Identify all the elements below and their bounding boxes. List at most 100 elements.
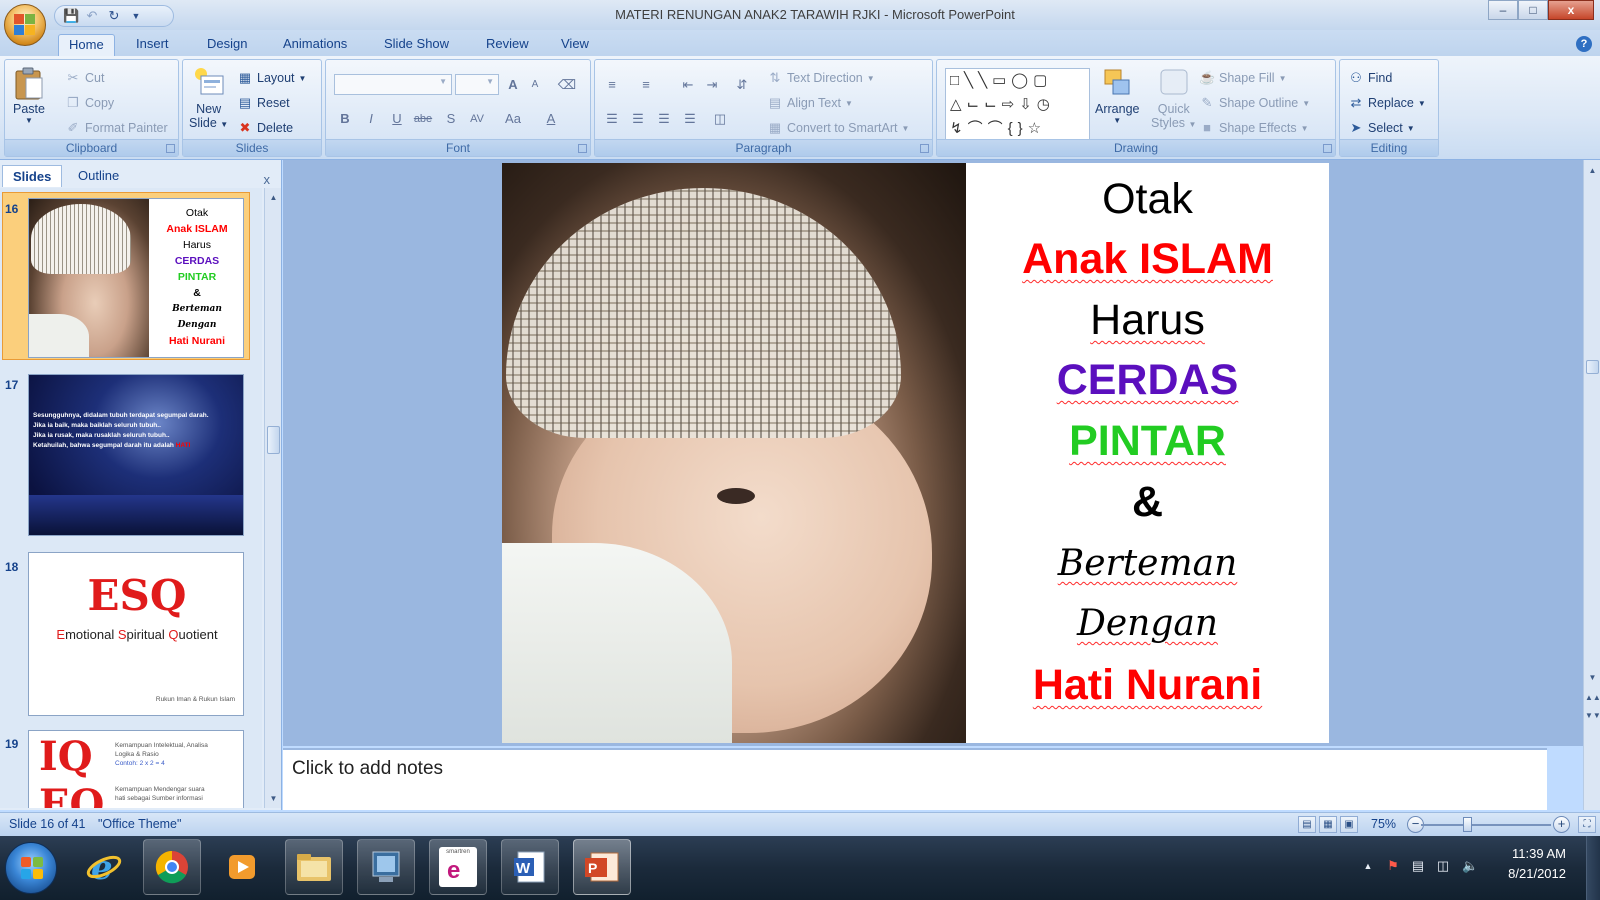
replace-button[interactable]: ⇄ Replace ▼ [1348,95,1426,111]
paste-button[interactable]: Paste ▼ [13,66,45,125]
tab-slides[interactable]: Slides [2,165,63,187]
fit-to-window-icon[interactable]: ⛶ [1578,816,1596,833]
maximize-button[interactable]: □ [1518,0,1548,20]
shrink-font-button[interactable]: A [524,74,546,96]
close-panel-icon[interactable]: x [264,172,271,187]
select-button[interactable]: ➤ Select ▼ [1348,120,1415,136]
font-size-combo[interactable]: ▼ [455,74,499,95]
delete-button[interactable]: ✖ Delete [237,120,294,136]
shape-effects-button[interactable]: ■ Shape Effects ▼ [1199,120,1308,136]
numbering-icon[interactable]: ≡ [635,74,657,96]
strikethrough-button[interactable]: abe [412,108,434,130]
font-color-button[interactable]: A [540,108,562,130]
dialog-launcher-icon[interactable] [578,144,587,153]
zoom-in-icon[interactable]: + [1553,816,1570,833]
bullets-icon[interactable]: ≡ [601,74,623,96]
slide-scrollbar[interactable]: ▲ ▼ ▲▲ ▼▼ [1583,160,1600,810]
slide-thumbnail-18[interactable]: ESQ Emotional Spiritual Quotient Rukun I… [28,552,244,716]
align-center-icon[interactable]: ☰ [627,108,649,130]
minimize-button[interactable]: – [1488,0,1518,20]
convert-smartart-button[interactable]: ▦ Convert to SmartArt ▼ [767,120,910,136]
align-right-icon[interactable]: ☰ [653,108,675,130]
copy-button[interactable]: ❐ Copy [65,95,114,111]
line-spacing-icon[interactable]: ⇵ [731,74,753,96]
tab-view[interactable]: View [551,34,599,56]
reset-button[interactable]: ▤ Reset [237,95,290,111]
media-player-icon[interactable] [213,839,271,895]
shadow-button[interactable]: S [440,108,462,130]
action-center-icon[interactable]: ⚑ [1385,858,1401,874]
columns-icon[interactable]: ◫ [709,108,731,130]
powerpoint-icon[interactable]: P [573,839,631,895]
text-direction-button[interactable]: ⇅ Text Direction ▼ [767,70,875,86]
align-left-icon[interactable]: ☰ [601,108,623,130]
justify-icon[interactable]: ☰ [679,108,701,130]
system-clock[interactable]: 11:39 AM 8/21/2012 [1508,844,1566,884]
layout-button[interactable]: ▦ Layout ▼ [237,70,307,86]
tab-review[interactable]: Review [476,34,539,56]
slide-thumbnail-17[interactable]: Sesungguhnya, didalam tubuh terdapat seg… [28,374,244,536]
bold-button[interactable]: B [334,108,356,130]
notes-pane[interactable]: Click to add notes [283,748,1547,810]
decrease-indent-icon[interactable]: ⇤ [677,74,699,96]
change-case-button[interactable]: Aa [502,108,524,130]
increase-indent-icon[interactable]: ⇥ [701,74,723,96]
zoom-slider-thumb[interactable] [1463,817,1472,832]
app-icon[interactable] [357,839,415,895]
internet-explorer-icon[interactable]: e [75,839,133,895]
chrome-icon[interactable] [143,839,201,895]
find-button[interactable]: ⚇ Find [1348,70,1392,86]
character-spacing-button[interactable]: AV [466,108,488,130]
device-icon[interactable]: ▤ [1410,858,1426,874]
dialog-launcher-icon[interactable] [1323,144,1332,153]
shapes-gallery[interactable]: □╲╲▭◯▢ △⌙⌙⇨⇩◷ ↯⌒⌒{}☆ [945,68,1090,140]
shape-outline-button[interactable]: ✎ Shape Outline ▼ [1199,95,1311,111]
dialog-launcher-icon[interactable] [920,144,929,153]
tab-outline[interactable]: Outline [68,165,129,187]
scroll-down-icon[interactable]: ▼ [1585,670,1600,685]
italic-button[interactable]: I [360,108,382,130]
format-painter-button[interactable]: ✐ Format Painter [65,120,168,136]
slide-textbox[interactable]: Otak Anak ISLAM Harus CERDAS PINTAR & Be… [966,163,1329,743]
cut-button[interactable]: ✂ Cut [65,70,105,86]
scroll-thumb[interactable] [1586,360,1599,374]
show-hidden-icons-icon[interactable]: ▲ [1360,858,1376,874]
smartren-icon[interactable]: smartren e [429,839,487,895]
network-icon[interactable]: ◫ [1435,858,1451,874]
tab-animations[interactable]: Animations [273,34,357,56]
scroll-down-icon[interactable]: ▼ [266,791,281,806]
zoom-slider[interactable] [1421,824,1551,826]
thumbnails-scrollbar[interactable]: ▲ ▼ [264,188,281,808]
file-explorer-icon[interactable] [285,839,343,895]
normal-view-icon[interactable]: ▤ [1298,816,1316,833]
underline-button[interactable]: U [386,108,408,130]
shape-fill-button[interactable]: ☕ Shape Fill ▼ [1199,70,1287,86]
arrange-button[interactable]: Arrange ▼ [1095,66,1139,125]
help-icon[interactable]: ? [1576,36,1592,52]
clear-formatting-icon[interactable]: ⌫ [556,74,578,96]
slide-thumbnail-16[interactable]: Otak Anak ISLAM Harus CERDAS PINTAR & Be… [28,198,244,358]
tab-slide-show[interactable]: Slide Show [374,34,459,56]
quick-styles-button[interactable]: Quick Styles ▼ [1151,66,1196,130]
align-text-button[interactable]: ▤ Align Text ▼ [767,95,853,111]
new-slide-button[interactable]: New Slide ▼ [189,66,228,130]
dialog-launcher-icon[interactable] [166,144,175,153]
current-slide[interactable]: Otak Anak ISLAM Harus CERDAS PINTAR & Be… [502,163,1329,743]
show-desktop-button[interactable] [1586,836,1600,900]
font-name-combo[interactable]: ▼ [334,74,452,95]
scroll-up-icon[interactable]: ▲ [1585,163,1600,178]
tab-insert[interactable]: Insert [126,34,179,56]
close-button[interactable]: x [1548,0,1594,20]
tab-home[interactable]: Home [58,34,115,56]
office-button[interactable] [4,4,46,46]
scroll-up-icon[interactable]: ▲ [266,190,281,205]
slide-thumbnail-19[interactable]: IQ EQ Kemampuan Intelektual, Analisa Log… [28,730,244,808]
slide-show-view-icon[interactable]: ▣ [1340,816,1358,833]
tab-design[interactable]: Design [197,34,257,56]
next-slide-icon[interactable]: ▼▼ [1585,708,1600,723]
scroll-thumb[interactable] [267,426,280,454]
word-icon[interactable]: W [501,839,559,895]
volume-icon[interactable]: 🔈 [1462,858,1478,874]
slide-sorter-icon[interactable]: ▦ [1319,816,1337,833]
previous-slide-icon[interactable]: ▲▲ [1585,690,1600,705]
